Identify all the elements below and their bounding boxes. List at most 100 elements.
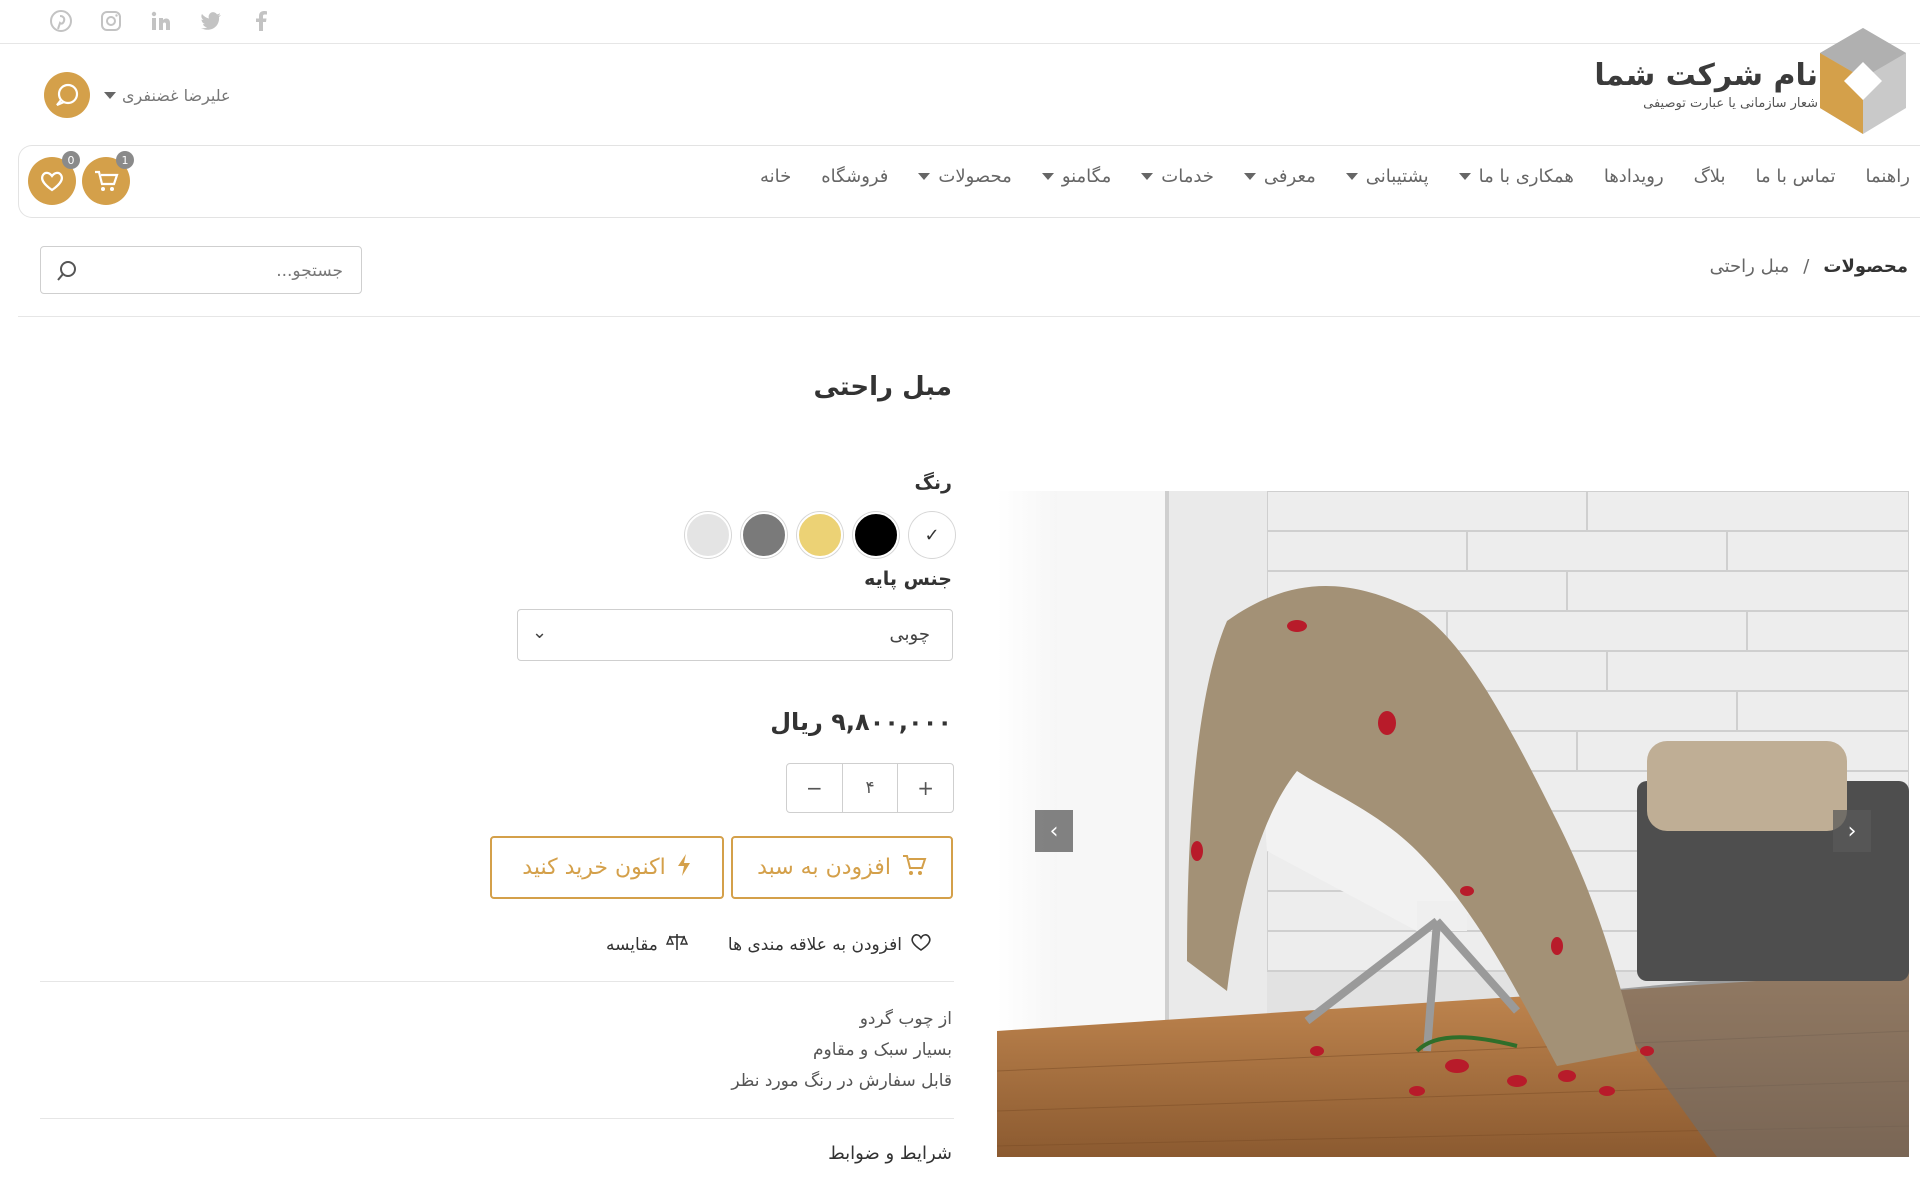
main-nav: خانه فروشگاه محصولات مگامنو خدمات معرفی پشتیبا…	[760, 166, 1910, 187]
color-swatch[interactable]	[797, 512, 843, 558]
add-to-cart-label: افزودن به سبد	[757, 855, 891, 880]
breadcrumb: محصولات / مبل راحتی	[1710, 256, 1908, 277]
base-material-value: چوبی	[889, 624, 930, 645]
check-icon: ✓	[924, 524, 940, 546]
product-image: ‹ ›	[997, 491, 1909, 1157]
buy-now-button[interactable]: اکنون خرید کنید	[490, 836, 724, 899]
color-swatch[interactable]: ✓	[909, 512, 955, 558]
breadcrumb-separator: /	[1803, 256, 1810, 277]
product-title: مبل راحتی	[813, 372, 952, 402]
twitter-icon[interactable]	[198, 8, 224, 34]
product-actions: مقایسه افزودن به علاقه مندی ها	[606, 932, 932, 957]
color-swatch[interactable]	[685, 512, 731, 558]
chat-icon[interactable]	[44, 72, 90, 118]
social-bar	[0, 0, 1920, 44]
compare-label: مقایسه	[606, 934, 658, 955]
search-box	[40, 246, 362, 294]
user-name-wrap[interactable]: علیرضا غضنفری	[104, 86, 231, 105]
nav-item-label: مگامنو	[1061, 166, 1112, 187]
buy-now-label: اکنون خرید کنید	[522, 855, 666, 880]
heart-icon	[910, 932, 932, 957]
nav-item-label: معرفی	[1263, 166, 1316, 187]
chevron-down-icon	[1458, 173, 1471, 180]
brand-subtitle: شعار سازمانی یا عبارت توصیفی	[1643, 96, 1818, 111]
compare-link[interactable]: مقایسه	[606, 932, 688, 957]
nav-item[interactable]: خدمات	[1141, 166, 1214, 187]
wishlist-label: افزودن به علاقه مندی ها	[727, 934, 902, 955]
nav-item-label: همکاری با ما	[1478, 166, 1574, 187]
chevron-down-icon	[918, 173, 931, 180]
cart-count-badge: 1	[116, 151, 134, 169]
description-line: از چوب گردو	[859, 1009, 952, 1029]
nav-item-label: محصولات	[938, 166, 1012, 187]
nav-item-label: پشتیبانی	[1365, 166, 1429, 187]
brand-title: نام شرکت شما	[1594, 58, 1818, 93]
qty-input[interactable]: ۴	[841, 764, 899, 812]
product-price: ۹,۸۰۰,۰۰۰ ریال	[770, 708, 952, 736]
nav-item-label: تماس با ما	[1755, 166, 1836, 187]
next-image-button[interactable]: ›	[1833, 810, 1871, 852]
search-icon[interactable]	[55, 259, 79, 287]
chevron-down-icon	[1041, 173, 1054, 180]
nav-item-label: بلاگ	[1693, 166, 1726, 187]
nav-item[interactable]: مگامنو	[1041, 166, 1112, 187]
facebook-icon[interactable]	[248, 8, 274, 34]
product-description: از چوب گردو بسیار سبک و مقاوم قابل سفارش…	[731, 1004, 952, 1097]
breadcrumb-products[interactable]: محصولات	[1823, 256, 1908, 277]
chevron-down-icon: ⌄	[532, 622, 548, 643]
qty-plus-button[interactable]: +	[898, 764, 953, 812]
nav-item[interactable]: خانه	[760, 166, 791, 187]
prev-image-button[interactable]: ‹	[1035, 810, 1073, 852]
search-input[interactable]	[103, 257, 343, 285]
nav-item-label: رویدادها	[1603, 166, 1664, 187]
color-swatches: ✓	[685, 512, 955, 558]
color-swatch[interactable]	[853, 512, 899, 558]
nav-item-label: فروشگاه	[821, 166, 889, 187]
nav-item[interactable]: معرفی	[1243, 166, 1316, 187]
quantity-stepper: − ۴ +	[786, 763, 954, 813]
wishlist-count-badge: 0	[62, 151, 80, 169]
nav-item[interactable]: تماس با ما	[1756, 166, 1836, 187]
company-logo[interactable]	[1820, 28, 1906, 134]
add-to-cart-button[interactable]: افزودن به سبد	[731, 836, 953, 899]
nav-item[interactable]: محصولات	[918, 166, 1012, 187]
nav-item[interactable]: پشتیبانی	[1345, 166, 1429, 187]
base-material-select[interactable]: چوبی ⌄	[517, 609, 953, 661]
chevron-down-icon	[1345, 173, 1358, 180]
section-divider	[40, 981, 954, 982]
description-line: قابل سفارش در رنگ مورد نظر	[731, 1071, 952, 1091]
color-swatch[interactable]	[741, 512, 787, 558]
terms-tab[interactable]: شرایط و ضوابط	[828, 1143, 952, 1164]
section-divider	[40, 1118, 954, 1119]
color-label: رنگ	[914, 472, 952, 494]
nav-item[interactable]: فروشگاه	[821, 166, 888, 187]
base-material-label: جنس پایه	[864, 568, 952, 590]
nav-item-label: راهنما	[1865, 166, 1910, 187]
user-menu[interactable]: علیرضا غضنفری	[44, 72, 231, 118]
header-divider	[18, 316, 1920, 317]
chevron-down-icon	[1243, 173, 1256, 180]
instagram-icon[interactable]	[98, 8, 124, 34]
wishlist-link[interactable]: افزودن به علاقه مندی ها	[728, 932, 932, 957]
wishlist-button[interactable]: 0	[28, 151, 80, 205]
social-links	[48, 8, 274, 34]
product-photo	[997, 491, 1909, 1157]
nav-item[interactable]: رویدادها	[1604, 166, 1664, 187]
scale-icon	[665, 932, 688, 957]
nav-item-label: خدمات	[1161, 166, 1214, 187]
description-line: بسیار سبک و مقاوم	[812, 1040, 952, 1060]
nav-item[interactable]: همکاری با ما	[1458, 166, 1574, 187]
cart-button[interactable]: 1	[82, 151, 134, 205]
breadcrumb-current: مبل راحتی	[1709, 256, 1790, 277]
lightning-icon	[676, 853, 692, 883]
pinterest-icon[interactable]	[48, 8, 74, 34]
cart-icon	[901, 853, 927, 883]
nav-item[interactable]: راهنما	[1865, 166, 1910, 187]
chevron-down-icon	[104, 91, 116, 99]
user-name: علیرضا غضنفری	[122, 85, 231, 105]
nav-item[interactable]: بلاگ	[1694, 166, 1726, 187]
nav-item-label: خانه	[759, 166, 792, 187]
chevron-down-icon	[1141, 173, 1154, 180]
linkedin-icon[interactable]	[148, 8, 174, 34]
qty-minus-button[interactable]: −	[787, 764, 842, 812]
